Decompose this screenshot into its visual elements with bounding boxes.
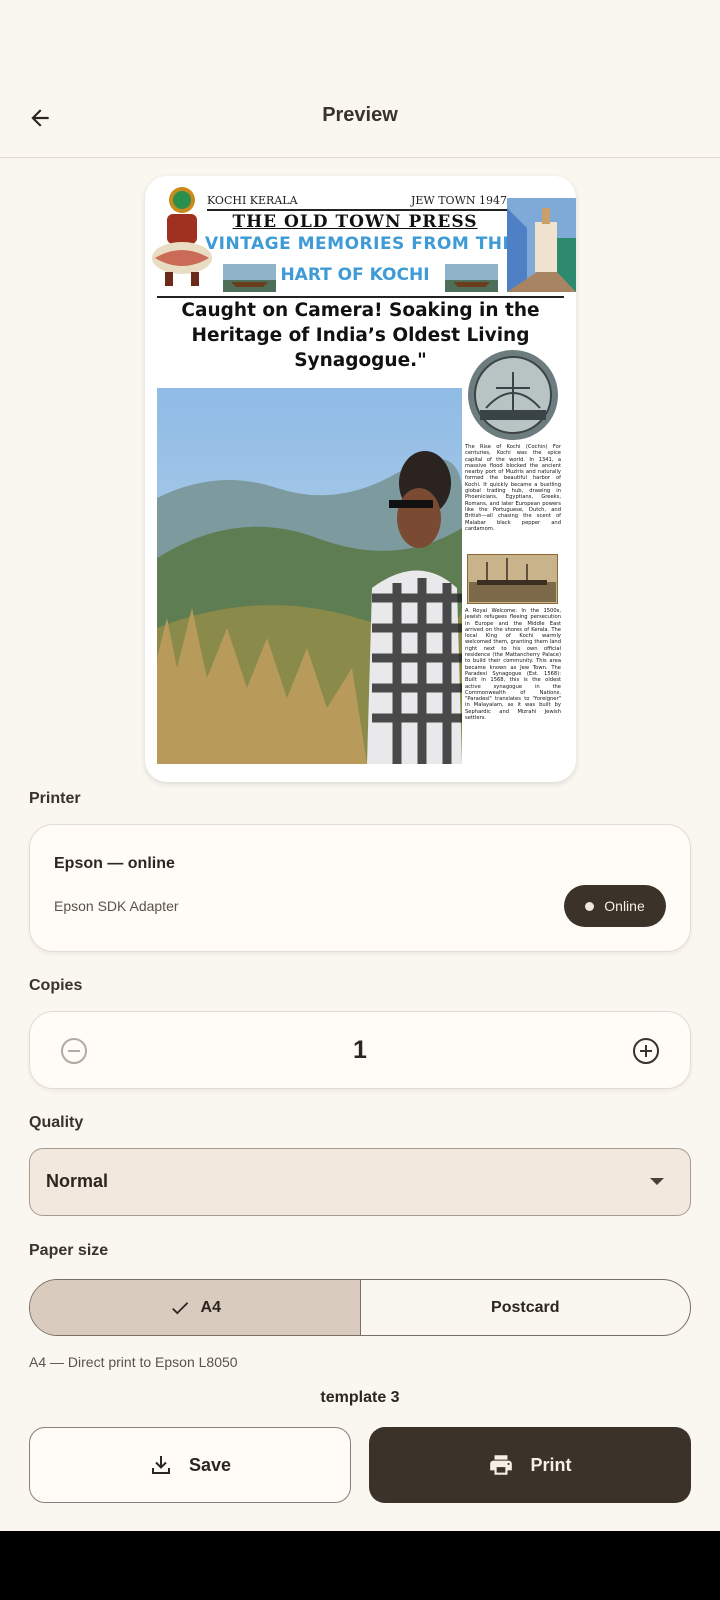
increase-copies-button[interactable] (626, 1031, 666, 1071)
printer-adapter: Epson SDK Adapter (54, 898, 179, 914)
article-column-2: A Royal Welcome: In the 1500s, Jewish re… (465, 608, 561, 722)
masthead-date: JEW TOWN 1947 (410, 194, 507, 207)
backwater-boat-image (445, 264, 498, 292)
quality-dropdown[interactable]: Normal (29, 1148, 691, 1216)
newspaper-masthead: KOCHI KERALA JEW TOWN 1947 THE OLD TOWN … (145, 176, 576, 296)
print-preview: KOCHI KERALA JEW TOWN 1947 THE OLD TOWN … (145, 176, 576, 782)
plus-circle-icon (633, 1038, 659, 1064)
template-name: template 3 (320, 1389, 400, 1406)
main-photo (157, 388, 462, 764)
printer-status-chip[interactable]: Online (564, 885, 666, 927)
printer-icon (490, 1455, 513, 1475)
paper-size-toggle: A4 Postcard (29, 1279, 691, 1336)
jew-town-street-image (507, 198, 576, 292)
masthead-location: KOCHI KERALA (207, 194, 298, 207)
quality-selected-value: Normal (46, 1171, 109, 1191)
quality-section-label: Quality (29, 1114, 84, 1131)
backwater-boat-image (223, 264, 276, 292)
print-button-label: Print (530, 1454, 572, 1475)
printer-status-label: Online (604, 898, 645, 914)
paper-size-postcard-option[interactable]: Postcard (361, 1280, 691, 1335)
paper-size-section-label: Paper size (29, 1242, 109, 1259)
app-bar: Preview (0, 76, 720, 158)
printer-section-label: Printer (29, 790, 81, 807)
print-button[interactable]: Print (369, 1427, 691, 1503)
banner-line-2: HART OF KOCHI (280, 265, 430, 285)
printer-name: Epson — online (54, 855, 175, 872)
harbor-photo (467, 554, 558, 604)
status-dot-icon (585, 901, 595, 911)
save-button[interactable]: Save (29, 1427, 351, 1503)
check-icon (171, 1301, 188, 1314)
newspaper-name: THE OLD TOWN PRESS (232, 212, 478, 232)
masthead-rule (207, 209, 507, 211)
copies-value: 1 (353, 1036, 367, 1064)
copies-section-label: Copies (29, 977, 83, 994)
dropdown-arrow-icon (650, 1178, 664, 1185)
copies-stepper: 1 (29, 1011, 691, 1089)
article-column-1: The Rise of Kochi (Cochin) For centuries… (465, 444, 561, 532)
banner-line-1: VINTAGE MEMORIES FROM THE (205, 234, 515, 254)
save-button-label: Save (188, 1454, 232, 1475)
printer-card[interactable]: Epson — online Epson SDK Adapter Online (29, 824, 691, 952)
paper-size-note: A4 — Direct print to Epson L8050 (29, 1354, 238, 1370)
kochi-history-stamp (468, 350, 558, 440)
paper-size-a4-label: A4 (200, 1298, 221, 1316)
download-icon (151, 1456, 170, 1474)
page-title: Preview (322, 104, 398, 126)
paper-size-a4-option[interactable]: A4 (30, 1280, 361, 1335)
paper-size-postcard-label: Postcard (491, 1298, 560, 1316)
system-navigation-bar (0, 1531, 720, 1600)
